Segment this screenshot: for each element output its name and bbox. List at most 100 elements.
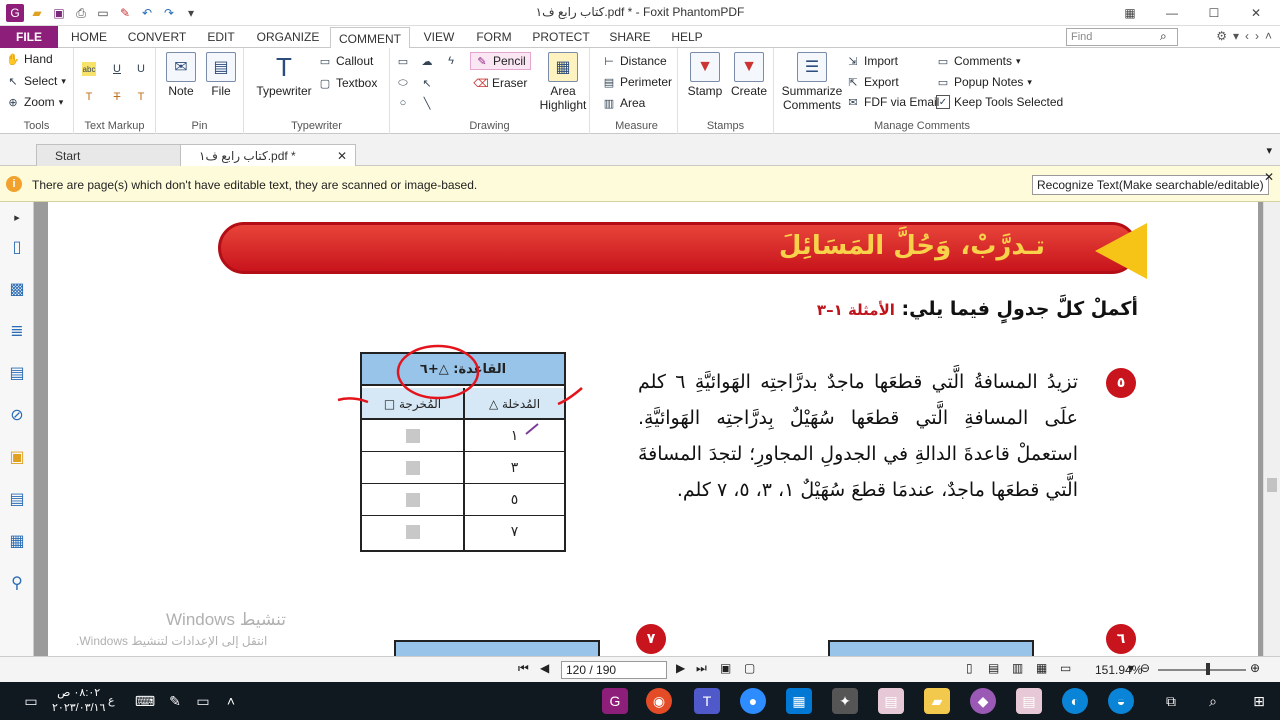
minimize-icon[interactable]: — <box>1154 2 1190 24</box>
fdf-email-button[interactable]: ✉ FDF via Email <box>846 95 939 109</box>
pdf-file-icon[interactable]: ▤ <box>878 688 904 714</box>
pen-icon[interactable]: ✎ <box>162 688 188 714</box>
file-attach-button[interactable]: ▤ File <box>204 52 238 98</box>
collapse-ribbon-icon[interactable]: ˄ <box>1265 29 1272 43</box>
tab-comment[interactable]: COMMENT <box>330 27 410 49</box>
doc-tab-current[interactable]: كتاب رابع ف١.pdf * ✕ <box>180 144 356 166</box>
page-thumbnails-icon[interactable]: ▯ <box>6 236 28 258</box>
app-icon[interactable]: ◒ <box>1108 688 1134 714</box>
bookmarks-icon[interactable]: ≣ <box>6 320 28 342</box>
task-view-icon[interactable]: ⧉ <box>1158 688 1184 714</box>
notification-icon[interactable]: ▭ <box>18 688 44 714</box>
zoom-level[interactable]: 151.94% <box>1095 663 1142 677</box>
note-button[interactable]: ✉ Note <box>164 52 198 98</box>
summarize-comments-button[interactable]: ☰ Summarize Comments <box>780 52 844 112</box>
chevron-down-icon[interactable]: ▾ <box>1128 661 1134 675</box>
keep-tools-checkbox[interactable]: ✓ Keep Tools Selected <box>936 95 1063 109</box>
zoom-app-icon[interactable]: ● <box>740 688 766 714</box>
settings-icon[interactable]: ⚙ <box>1216 29 1227 43</box>
line-button[interactable]: ╲ <box>420 96 434 110</box>
hand-tool[interactable]: ✋ Hand <box>6 52 53 66</box>
comments-dropdown[interactable]: ▭ Comments ▾ <box>936 54 1021 68</box>
edge-icon[interactable]: ◐ <box>1062 688 1088 714</box>
eraser-button[interactable]: ⌫ Eraser <box>473 76 527 90</box>
file-explorer-icon[interactable]: ▰ <box>924 688 950 714</box>
close-icon[interactable]: ✕ <box>1264 170 1274 184</box>
document-view[interactable]: تـدرَّبْ، وَحُلَّ المَسَائِلَ أكملْ كلَّ… <box>34 202 1263 656</box>
security-lock-icon[interactable]: ▣ <box>6 446 28 468</box>
clock[interactable]: ٠٨:٠٢ ص ٢٠٢٣/٠٣/١٦ <box>52 686 105 716</box>
stamp-button[interactable]: ▼ Stamp <box>686 52 724 98</box>
signatures-icon[interactable]: ▤ <box>6 488 28 510</box>
comments-panel-icon[interactable]: ▤ <box>6 362 28 384</box>
maximize-icon[interactable]: ☐ <box>1196 2 1232 24</box>
content-icon[interactable]: ▦ <box>6 530 28 552</box>
import-button[interactable]: ⇲ Import <box>846 54 898 68</box>
polyline-button[interactable]: ϟ <box>444 54 458 68</box>
foxit-taskbar-icon[interactable]: G <box>602 688 628 714</box>
oval-button[interactable]: ⬭ <box>396 76 410 90</box>
cloud-button[interactable]: ☁ <box>420 54 434 68</box>
scrollbar-thumb[interactable] <box>1267 478 1277 492</box>
teams-icon[interactable]: T <box>694 688 720 714</box>
tab-share[interactable]: SHARE <box>602 26 658 48</box>
next-page-icon[interactable]: ▶ <box>676 661 685 675</box>
vertical-scrollbar[interactable] <box>1263 202 1280 656</box>
strikeout-button[interactable]: T <box>110 90 124 104</box>
attachments-icon[interactable]: ⊘ <box>6 404 28 426</box>
area-highlight-button[interactable]: ▦ Area Highlight <box>536 52 590 112</box>
game-icon[interactable]: ✦ <box>832 688 858 714</box>
close-tab-icon[interactable]: ✕ <box>337 145 347 167</box>
single-page-view-icon[interactable]: ▯ <box>966 661 973 675</box>
zoom-tool[interactable]: ⊕ Zoom ▾ <box>6 95 63 109</box>
facing-view-icon[interactable]: ▥ <box>1012 661 1023 675</box>
export-button[interactable]: ⇱ Export <box>846 75 898 89</box>
callout-button[interactable]: ▭ Callout <box>318 54 374 68</box>
continuous-facing-icon[interactable]: ▦ <box>1036 661 1047 675</box>
tab-view[interactable]: VIEW <box>414 26 464 48</box>
restore-icon[interactable]: ▦ <box>1112 2 1148 24</box>
fit-width-icon[interactable]: ▭ <box>1060 661 1071 675</box>
last-page-icon[interactable]: ⏭ <box>696 661 707 676</box>
create-stamp-button[interactable]: ▼ Create <box>730 52 768 98</box>
highlight-text-button[interactable]: abc <box>82 62 96 76</box>
tab-protect[interactable]: PROTECT <box>526 26 596 48</box>
destinations-icon[interactable]: ⚲ <box>6 572 28 594</box>
squiggly-button[interactable]: U <box>134 62 148 76</box>
tab-form[interactable]: FORM <box>468 26 520 48</box>
recognize-text-button[interactable]: Recognize Text(Make searchable/editable) <box>1032 175 1269 195</box>
zoom-out-icon[interactable]: ⊖ <box>1140 661 1150 675</box>
start-icon[interactable]: ⊞ <box>1246 688 1272 714</box>
zoom-in-icon[interactable]: ⊕ <box>1250 661 1260 675</box>
expand-panel-icon[interactable]: ▸ <box>6 206 28 228</box>
keyboard-icon[interactable]: ⌨ <box>132 688 158 714</box>
first-page-icon[interactable]: ⏮ <box>518 661 529 676</box>
battery-icon[interactable]: ▭ <box>190 688 216 714</box>
tab-file[interactable]: FILE <box>0 26 58 48</box>
tab-convert[interactable]: CONVERT <box>120 26 194 48</box>
layers-icon[interactable]: ▩ <box>6 278 28 300</box>
distance-button[interactable]: ⊢ Distance <box>602 54 666 68</box>
area-measure-button[interactable]: ▥ Area <box>602 96 646 110</box>
chrome-icon[interactable]: ◉ <box>646 688 672 714</box>
rectangle-button[interactable]: ▭ <box>396 54 410 68</box>
underline-button[interactable]: U <box>110 62 124 76</box>
app-icon[interactable]: ◆ <box>970 688 996 714</box>
zoom-slider[interactable] <box>1158 669 1246 671</box>
insert-text-button[interactable]: T <box>134 90 148 104</box>
doc-tab-start[interactable]: Start <box>36 144 182 166</box>
next-view-icon[interactable]: ▢ <box>744 661 755 675</box>
language-indicator[interactable]: ع <box>108 694 115 707</box>
search-icon[interactable]: ⌕ <box>1200 688 1226 714</box>
search-icon[interactable]: ⌕ <box>1160 29 1167 44</box>
next-arrow-icon[interactable]: › <box>1255 29 1259 43</box>
typewriter-button[interactable]: T Typewriter <box>252 52 316 99</box>
previous-view-icon[interactable]: ▣ <box>720 661 731 675</box>
prev-arrow-icon[interactable]: ‹ <box>1245 29 1249 43</box>
replace-text-button[interactable]: T <box>82 90 96 104</box>
chevron-down-icon[interactable]: ▾ <box>1233 29 1239 43</box>
tab-help[interactable]: HELP <box>664 26 710 48</box>
arrow-button[interactable]: ↖ <box>420 76 434 90</box>
prev-page-icon[interactable]: ◀ <box>540 661 549 675</box>
pdf-file-icon[interactable]: ▤ <box>1016 688 1042 714</box>
